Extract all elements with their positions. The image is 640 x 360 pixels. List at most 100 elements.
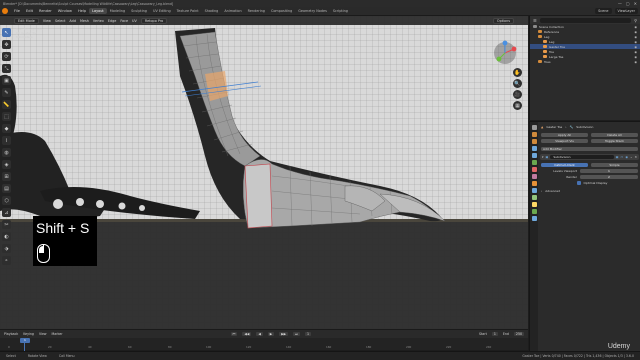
edge-slide-tool-icon[interactable]: ✂ — [2, 220, 11, 229]
current-frame-field[interactable]: 1 — [305, 331, 312, 336]
workspace-tab-scripting[interactable]: Scripting — [330, 8, 351, 14]
workspace-tab-geometry-nodes[interactable]: Geometry Nodes — [295, 8, 330, 14]
workspace-tab-modeling[interactable]: Modeling — [107, 8, 128, 14]
properties-tab-icon[interactable] — [531, 167, 537, 172]
properties-tab-icon[interactable] — [531, 209, 537, 214]
toggle-stack-button[interactable]: Toggle Stack — [591, 139, 638, 143]
menu-face[interactable]: Face — [120, 19, 128, 23]
timeline-menu-marker[interactable]: Marker — [52, 332, 63, 336]
workspace-tab-animation[interactable]: Animation — [221, 8, 244, 14]
poly-build-tool-icon[interactable]: ▤ — [2, 184, 11, 193]
visibility-eye-icon[interactable]: ◉ — [634, 50, 637, 54]
modifier-dropdown-icon[interactable]: ⌄ — [630, 155, 633, 159]
collapse-chevron-icon[interactable]: ▾ — [542, 155, 544, 159]
viewport-toggle-icon[interactable]: ▭ — [621, 155, 624, 159]
properties-tab-icon[interactable] — [531, 139, 537, 144]
properties-tab-icon[interactable] — [531, 160, 537, 165]
visibility-eye-icon[interactable]: ◉ — [634, 30, 637, 34]
remove-modifier-icon[interactable]: ✕ — [634, 155, 637, 159]
visibility-eye-icon[interactable]: ◉ — [634, 55, 637, 59]
pan-view-icon[interactable]: ✋ — [513, 68, 522, 77]
maximize-button[interactable]: ▢ — [626, 1, 630, 6]
properties-tab-icon[interactable] — [531, 195, 537, 200]
apply-all-button[interactable]: Apply All — [541, 133, 588, 137]
shrink-tool-icon[interactable]: ◐ — [2, 232, 11, 241]
render-toggle-icon[interactable]: ◉ — [625, 155, 628, 159]
properties-tab-icon[interactable] — [531, 202, 537, 207]
menu-edit[interactable]: Edit — [23, 9, 36, 13]
properties-tab-icon[interactable] — [531, 188, 537, 193]
advanced-chevron-icon[interactable]: › — [541, 189, 542, 193]
visibility-eye-icon[interactable]: ◉ — [634, 40, 637, 44]
workspace-tab-layout[interactable]: Layout — [89, 8, 107, 14]
knife-tool-icon[interactable]: ⊞ — [2, 172, 11, 181]
select-tool-icon[interactable]: ↖ — [2, 28, 11, 37]
catmull-clark-button[interactable]: Catmull-Clark — [541, 163, 588, 167]
edit-mode-toggle-icon[interactable]: ▣ — [616, 155, 619, 159]
camera-view-icon[interactable]: 🎥 — [513, 90, 522, 99]
navigation-gizmo[interactable] — [488, 40, 522, 66]
add-cube-tool-icon[interactable]: ⬚ — [2, 112, 11, 121]
filter-icon[interactable]: ⚲ — [634, 18, 637, 23]
menu-window[interactable]: Window — [55, 9, 75, 13]
inset-tool-icon[interactable]: ⌇ — [2, 136, 11, 145]
outliner-row[interactable]: Toes ◉ — [530, 59, 640, 64]
outliner-search-input[interactable] — [539, 17, 632, 23]
smooth-tool-icon[interactable]: ⊿ — [2, 208, 11, 217]
menu-select[interactable]: Select — [55, 19, 65, 23]
menu-help[interactable]: Help — [75, 9, 89, 13]
zoom-view-icon[interactable]: 🔍 — [513, 79, 522, 88]
levels-viewport-field[interactable]: 1 — [580, 169, 638, 173]
properties-tab-icon[interactable] — [531, 216, 537, 221]
transform-tool-icon[interactable]: ▣ — [2, 76, 11, 85]
move-tool-icon[interactable]: ✥ — [2, 40, 11, 49]
visibility-eye-icon[interactable]: ◉ — [634, 35, 637, 39]
shear-tool-icon[interactable]: ⬗ — [2, 244, 11, 253]
render-levels-field[interactable]: 2 — [580, 175, 638, 179]
blender-logo-icon[interactable] — [2, 8, 8, 14]
playhead-frame-indicator[interactable]: 1 — [20, 338, 30, 343]
workspace-tab-texture-paint[interactable]: Texture Paint — [174, 8, 202, 14]
spin-tool-icon[interactable]: ⬡ — [2, 196, 11, 205]
add-modifier-button[interactable]: Add Modifier — [541, 147, 638, 151]
optimal-display-checkbox[interactable] — [577, 181, 581, 185]
bevel-tool-icon[interactable]: ◍ — [2, 148, 11, 157]
visibility-eye-icon[interactable]: ◉ — [634, 25, 637, 29]
timeline-menu-keying[interactable]: Keying — [23, 332, 34, 336]
timeline-menu-view[interactable]: View — [39, 332, 47, 336]
next-key-button[interactable]: ▶▶ — [279, 331, 289, 336]
options-dropdown[interactable]: Options — [492, 17, 514, 24]
simple-button[interactable]: Simple — [591, 163, 638, 167]
measure-tool-icon[interactable]: 📏 — [2, 100, 11, 109]
menu-uv[interactable]: UV — [132, 19, 137, 23]
jump-end-button[interactable]: ⏭ — [293, 331, 301, 336]
workspace-tab-compositing[interactable]: Compositing — [268, 8, 295, 14]
menu-view[interactable]: View — [43, 19, 51, 23]
workspace-tab-rendering[interactable]: Rendering — [245, 8, 268, 14]
properties-tab-icon[interactable] — [531, 132, 537, 137]
properties-tab-icon[interactable] — [531, 125, 537, 130]
mode-selector[interactable]: Edit Mode — [14, 17, 39, 24]
view-layer-selector[interactable]: ViewLayer — [614, 8, 638, 14]
modifier-name-field[interactable]: Subdivision — [550, 155, 614, 159]
jump-start-button[interactable]: ⏮ — [230, 331, 238, 336]
delete-all-button[interactable]: Delete All — [591, 133, 638, 137]
annotate-tool-icon[interactable]: ✎ — [2, 88, 11, 97]
menu-vertex[interactable]: Vertex — [93, 19, 104, 23]
retopo-dropdown[interactable]: Retopo Pro — [140, 17, 168, 24]
ortho-toggle-icon[interactable]: ▦ — [513, 101, 522, 110]
visibility-eye-icon[interactable]: ◉ — [634, 60, 637, 64]
properties-tab-icon[interactable] — [531, 146, 537, 151]
workspace-tab-shading[interactable]: Shading — [202, 8, 222, 14]
outliner-display-mode-icon[interactable]: ☰ — [533, 18, 537, 23]
end-frame-field[interactable]: 250 — [513, 331, 525, 336]
properties-tab-icon[interactable] — [531, 174, 537, 179]
play-reverse-button[interactable]: ◀ — [256, 331, 263, 336]
scene-selector[interactable]: Scene — [595, 8, 612, 14]
properties-tab-icon[interactable] — [531, 153, 537, 158]
prev-key-button[interactable]: ◀◀ — [242, 331, 252, 336]
close-button[interactable]: ✕ — [634, 1, 637, 6]
menu-add[interactable]: Add — [69, 19, 76, 23]
properties-tab-icon[interactable] — [531, 181, 537, 186]
visibility-eye-icon[interactable]: ◉ — [634, 45, 637, 49]
